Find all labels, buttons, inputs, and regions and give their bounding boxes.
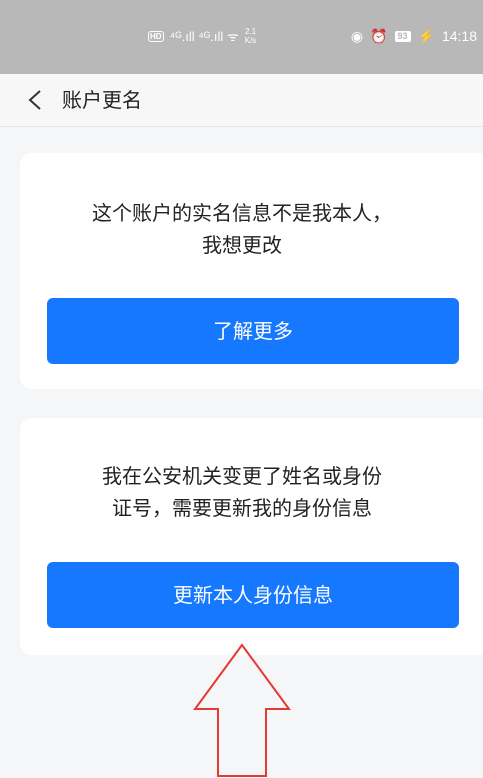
- learn-more-button[interactable]: 了解更多: [47, 298, 459, 364]
- status-indicators-left: HD ⁴ᴳ.ıll ⁴ᴳ.ıll ᯤ 2.1 K/s: [148, 26, 256, 46]
- network-speed-value: 2.1: [244, 27, 257, 36]
- status-bar: HD ⁴ᴳ.ıll ⁴ᴳ.ıll ᯤ 2.1 K/s ◉ ⏰ 93 ⚡ 14:1…: [0, 0, 483, 74]
- wrong-identity-card: 这个账户的实名信息不是我本人， 我想更改 了解更多: [20, 153, 483, 389]
- status-indicators-right: ◉ ⏰ 93 ⚡ 14:18: [351, 26, 477, 46]
- arrow-up-outline-icon: [193, 643, 291, 777]
- network-speed: 2.1 K/s: [245, 27, 257, 45]
- chevron-left-icon[interactable]: [24, 88, 48, 112]
- description-line: 我想更改: [202, 233, 282, 257]
- update-identity-card: 我在公安机关变更了姓名或身份 证号，需要更新我的身份信息 更新本人身份信息: [20, 418, 483, 655]
- alarm-icon: ⏰: [370, 27, 388, 44]
- network-speed-unit: K/s: [244, 36, 257, 45]
- wrong-identity-description: 这个账户的实名信息不是我本人， 我想更改: [20, 197, 464, 261]
- update-identity-button[interactable]: 更新本人身份信息: [47, 562, 459, 628]
- description-line: 这个账户的实名信息不是我本人，: [92, 201, 392, 225]
- page-title: 账户更名: [62, 88, 142, 112]
- navigation-bar: 账户更名: [0, 74, 483, 127]
- eye-icon: ◉: [350, 27, 364, 44]
- battery-icon: 93: [394, 30, 411, 42]
- hd-badge: HD: [148, 30, 164, 42]
- signal-wifi-icons: ⁴ᴳ.ıll ⁴ᴳ.ıll ᯤ: [169, 29, 239, 44]
- update-identity-description: 我在公安机关变更了姓名或身份 证号，需要更新我的身份信息: [20, 460, 464, 524]
- description-line: 我在公安机关变更了姓名或身份: [102, 464, 382, 488]
- status-time: 14:18: [441, 28, 477, 44]
- description-line: 证号，需要更新我的身份信息: [112, 496, 372, 520]
- charging-icon: ⚡: [417, 27, 435, 44]
